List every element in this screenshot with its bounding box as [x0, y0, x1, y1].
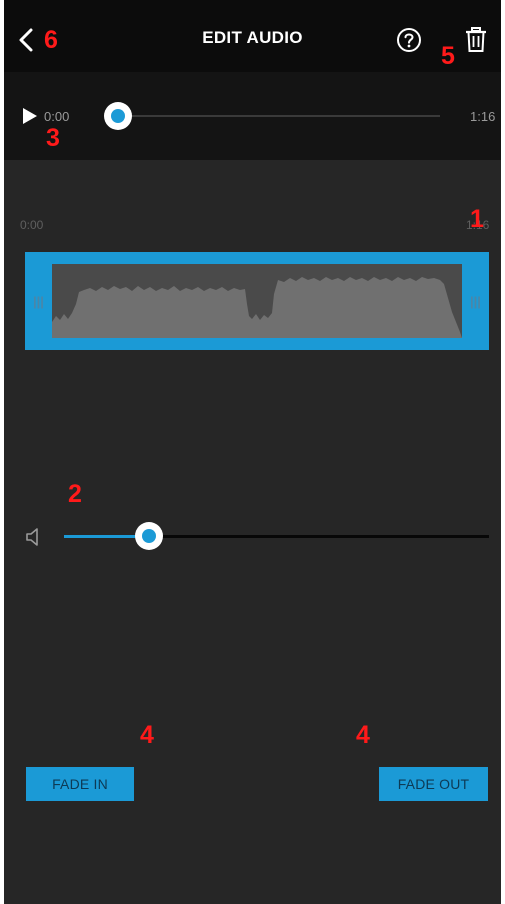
trash-icon[interactable] — [464, 26, 488, 54]
speaker-icon — [26, 528, 38, 546]
total-time: 1:16 — [470, 109, 496, 124]
waveform-start-time: 0:00 — [20, 218, 44, 232]
player-bar: 0:00 1:16 — [4, 72, 501, 160]
question-circle-icon[interactable] — [396, 27, 422, 53]
play-icon[interactable] — [22, 107, 38, 125]
header-bar: EDIT AUDIO — [4, 0, 501, 72]
fade-in-button[interactable]: FADE IN — [26, 767, 134, 801]
seek-track[interactable] — [114, 115, 440, 117]
seek-thumb[interactable] — [104, 102, 132, 130]
waveform-shape — [52, 277, 462, 338]
trim-handle-right[interactable]: ||| — [462, 252, 489, 350]
waveform-trim-frame[interactable]: ||| ||| — [25, 252, 489, 350]
annotation-marker-4-left: 4 — [140, 721, 154, 749]
phone-screen: EDIT AUDIO 0:00 1:16 0:00 1:16 ||| ||| F… — [4, 0, 501, 904]
fade-out-button[interactable]: FADE OUT — [379, 767, 488, 801]
waveform — [52, 264, 462, 338]
volume-thumb[interactable] — [135, 522, 163, 550]
annotation-marker-6: 6 — [44, 26, 58, 54]
annotation-marker-5: 5 — [441, 42, 455, 70]
annotation-marker-2: 2 — [68, 480, 82, 508]
annotation-marker-4-right: 4 — [356, 721, 370, 749]
trim-handle-left[interactable]: ||| — [25, 252, 52, 350]
annotation-marker-3: 3 — [46, 124, 60, 152]
current-time: 0:00 — [44, 109, 70, 124]
page-title: EDIT AUDIO — [202, 28, 303, 47]
annotation-marker-1: 1 — [470, 205, 484, 233]
